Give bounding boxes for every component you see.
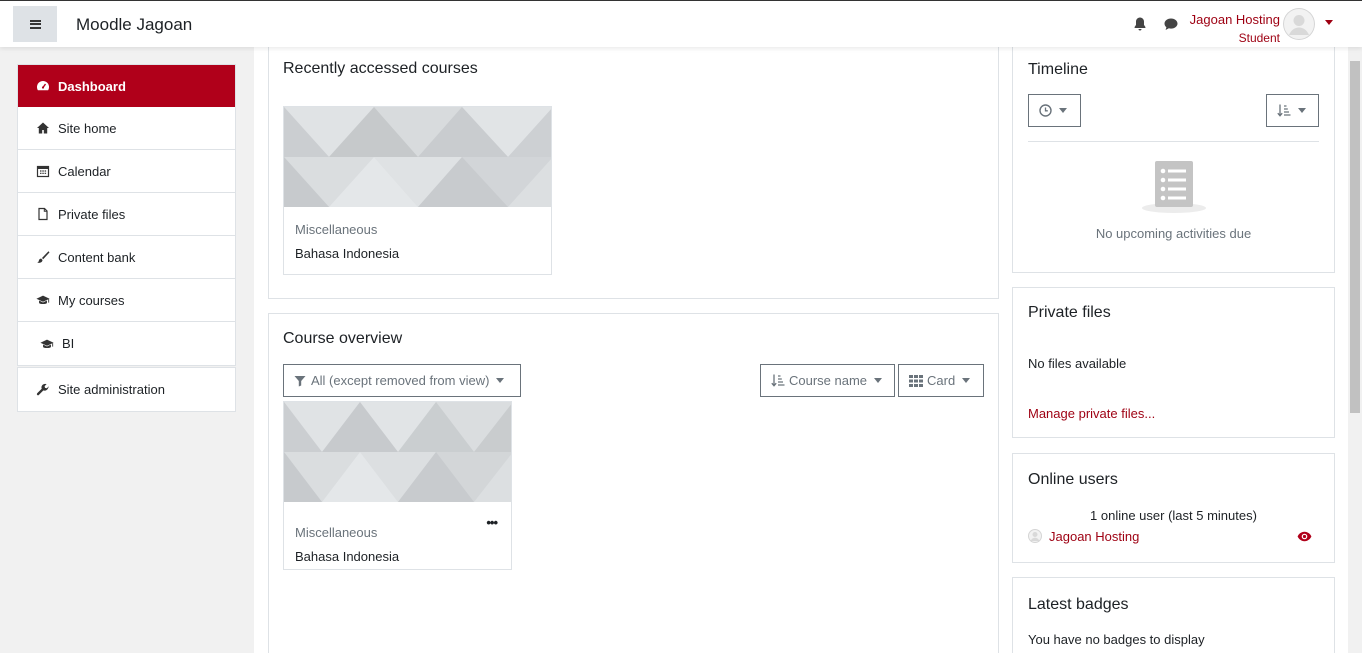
- online-users-summary: 1 online user (last 5 minutes): [1090, 508, 1257, 523]
- recent-course-card[interactable]: Miscellaneous Bahasa Indonesia: [283, 106, 552, 275]
- filter-icon: [294, 375, 306, 386]
- latest-badges-empty-text: You have no badges to display: [1028, 632, 1205, 647]
- home-icon: [36, 121, 50, 135]
- manage-private-files-link[interactable]: Manage private files...: [1028, 406, 1155, 421]
- dashboard-icon: [36, 79, 50, 93]
- sidebar-item-my-courses[interactable]: My courses: [18, 279, 235, 322]
- sidebar-item-content-bank[interactable]: Content bank: [18, 236, 235, 279]
- paintbrush-icon: [36, 250, 50, 264]
- user-avatar-icon: [1028, 529, 1042, 543]
- user-avatar-icon: [1283, 8, 1315, 40]
- sidebar-item-label: Dashboard: [58, 78, 126, 94]
- recent-courses-title: Recently accessed courses: [283, 60, 478, 77]
- course-actions-menu-icon[interactable]: •••: [486, 515, 498, 530]
- message-icon[interactable]: [1163, 16, 1179, 32]
- recent-courses-block: Recently accessed courses Miscellaneous …: [268, 47, 999, 299]
- course-overview-title: Course overview: [283, 330, 403, 347]
- clock-icon: [1039, 104, 1052, 117]
- activities-empty-icon: [1142, 161, 1206, 213]
- sidebar-item-private-files[interactable]: Private files: [18, 193, 235, 236]
- sidebar-item-label: Content bank: [58, 249, 136, 265]
- sidebar-item-label: Site administration: [58, 382, 165, 397]
- chevron-down-icon: [962, 378, 971, 383]
- sidebar-item-label: Site home: [58, 120, 117, 136]
- private-files-empty-text: No files available: [1028, 356, 1127, 371]
- chevron-down-icon: [1059, 108, 1067, 113]
- timeline-title: Timeline: [1028, 61, 1088, 78]
- nav-admin-group: Site administration: [17, 367, 236, 412]
- hamburger-icon: [29, 18, 41, 30]
- filter-label: All (except removed from view): [311, 373, 490, 388]
- scrollbar-thumb[interactable]: [1350, 61, 1360, 413]
- sort-dropdown[interactable]: Course name: [760, 364, 895, 397]
- sidebar-item-label: Calendar: [58, 163, 111, 179]
- online-user-link[interactable]: Jagoan Hosting: [1049, 529, 1139, 544]
- graduation-cap-icon: [36, 293, 50, 307]
- course-overview-block: Course overview All (except removed from…: [268, 313, 999, 653]
- course-name-link[interactable]: Bahasa Indonesia: [295, 549, 399, 564]
- latest-badges-title: Latest badges: [1028, 596, 1129, 613]
- file-icon: [36, 207, 50, 221]
- sidebar-item-calendar[interactable]: Calendar: [18, 150, 235, 193]
- divider: [1028, 141, 1319, 142]
- sidebar-item-site-home[interactable]: Site home: [18, 107, 235, 150]
- graduation-cap-icon: [40, 337, 54, 351]
- user-menu-caret-icon[interactable]: [1325, 20, 1333, 25]
- sort-icon: [771, 374, 785, 387]
- course-category: Miscellaneous: [295, 525, 378, 540]
- chevron-down-icon: [496, 378, 505, 383]
- latest-badges-block: Latest badges You have no badges to disp…: [1012, 577, 1335, 653]
- view-label: Card: [927, 373, 956, 388]
- timeline-sort-dropdown[interactable]: [1266, 94, 1319, 127]
- sidebar-item-site-administration[interactable]: Site administration: [18, 368, 235, 411]
- nav-drawer: Dashboard Site home Calendar Private fil…: [0, 47, 254, 653]
- eye-icon[interactable]: [1297, 531, 1312, 542]
- bell-icon[interactable]: [1132, 16, 1148, 32]
- user-role: Student: [1238, 31, 1280, 45]
- calendar-icon: [36, 164, 50, 178]
- sidebar-item-dashboard[interactable]: Dashboard: [18, 65, 235, 107]
- timeline-empty-text: No upcoming activities due: [1095, 226, 1252, 241]
- wrench-icon: [36, 383, 50, 397]
- site-brand[interactable]: Moodle Jagoan: [76, 15, 192, 35]
- drawer-toggle-button[interactable]: [13, 6, 57, 42]
- top-navbar: Moodle Jagoan Jagoan Hosting Student: [0, 0, 1362, 47]
- view-dropdown[interactable]: Card: [898, 364, 984, 397]
- grouping-filter-dropdown[interactable]: All (except removed from view): [283, 364, 521, 397]
- sort-label: Course name: [789, 373, 868, 388]
- chevron-down-icon: [874, 378, 883, 383]
- sidebar-item-label: My courses: [58, 292, 125, 308]
- sidebar-item-bi[interactable]: BI: [18, 322, 235, 365]
- page-scrollbar[interactable]: [1348, 47, 1362, 653]
- timeline-day-filter-dropdown[interactable]: [1028, 94, 1081, 127]
- user-name[interactable]: Jagoan Hosting: [1190, 12, 1280, 27]
- user-avatar[interactable]: [1283, 8, 1315, 40]
- timeline-block: Timeline No upcoming activities due: [1012, 47, 1335, 273]
- private-files-block: Private files No files available Manage …: [1012, 287, 1335, 438]
- private-files-title: Private files: [1028, 304, 1111, 321]
- course-category: Miscellaneous: [295, 222, 378, 237]
- chevron-down-icon: [1298, 108, 1306, 113]
- course-image[interactable]: [284, 402, 511, 502]
- grid-icon: [909, 374, 923, 387]
- overview-course-card[interactable]: Miscellaneous ••• Bahasa Indonesia: [283, 401, 512, 570]
- sort-icon: [1277, 104, 1291, 117]
- course-name-link[interactable]: Bahasa Indonesia: [295, 246, 399, 261]
- online-users-title: Online users: [1028, 471, 1118, 488]
- sidebar-item-label: BI: [62, 336, 75, 351]
- nav-main-group: Dashboard Site home Calendar Private fil…: [17, 64, 236, 366]
- sidebar-item-label: Private files: [58, 206, 126, 222]
- online-users-block: Online users 1 online user (last 5 minut…: [1012, 453, 1335, 563]
- course-image[interactable]: [284, 107, 551, 207]
